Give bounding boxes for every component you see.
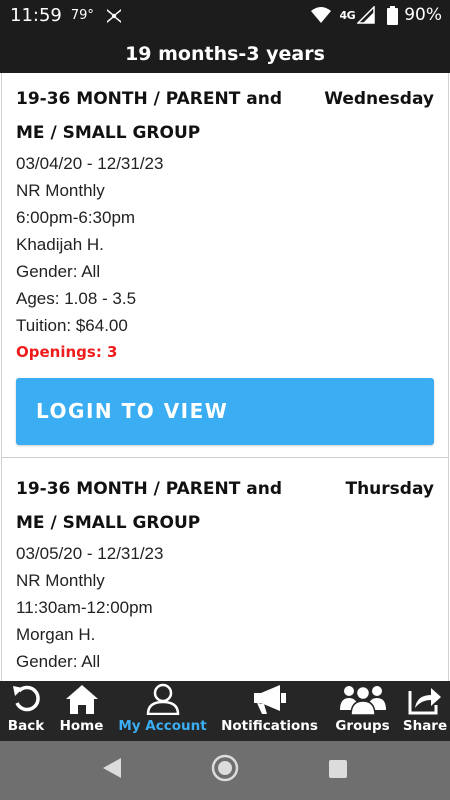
page-header: 19 months-3 years	[0, 33, 450, 73]
network-type: 4G	[339, 8, 356, 22]
class-billing: NR Monthly	[16, 571, 105, 590]
class-card[interactable]: 19-36 MONTH / PARENT and ME / SMALL GROU…	[1, 73, 449, 458]
nav-back[interactable]: Back	[0, 681, 52, 741]
home-icon	[65, 685, 98, 714]
back-icon	[13, 685, 40, 712]
status-time: 11:59	[10, 5, 62, 26]
nav-home[interactable]: Home	[52, 681, 111, 741]
status-temperature: 79°	[70, 8, 94, 23]
class-card[interactable]: 19-36 MONTH / PARENT and ME / SMALL GROU…	[1, 458, 449, 681]
nav-my-account[interactable]: My Account	[111, 681, 214, 741]
system-nav-bar	[0, 741, 450, 800]
nav-my-account-label: My Account	[118, 718, 207, 734]
class-billing: NR Monthly	[16, 181, 105, 200]
nav-groups[interactable]: Groups	[325, 681, 400, 741]
nav-notifications[interactable]: Notifications	[214, 681, 325, 741]
page-title: 19 months-3 years	[125, 43, 325, 65]
class-time: 11:30am-12:00pm	[16, 598, 153, 617]
class-ages: Ages: 1.08 - 3.5	[16, 289, 137, 308]
class-dates: 03/04/20 - 12/31/23	[16, 154, 164, 173]
nav-home-label: Home	[59, 718, 104, 734]
account-icon	[146, 683, 179, 715]
nav-notifications-label: Notifications	[221, 718, 318, 734]
megaphone-icon	[253, 685, 286, 714]
class-list[interactable]: 19-36 MONTH / PARENT and ME / SMALL GROU…	[0, 73, 450, 681]
class-time: 6:00pm-6:30pm	[16, 208, 136, 227]
bottom-nav: Back Home My Account Notifications Group…	[0, 681, 450, 741]
nav-groups-label: Groups	[335, 718, 390, 734]
signal-icon	[357, 6, 375, 24]
status-bar: 11:59 79° 4G 90%	[0, 0, 450, 33]
share-icon	[408, 688, 441, 715]
class-title: 19-36 MONTH / PARENT and ME / SMALL GROU…	[16, 479, 282, 533]
battery-icon	[387, 5, 399, 25]
wifi-icon	[310, 7, 331, 23]
class-day: Thursday	[345, 479, 434, 499]
class-openings: Openings: 3	[16, 343, 118, 361]
login-to-view-button[interactable]: LOGIN TO VIEW	[16, 378, 434, 445]
battery-percent: 90%	[404, 5, 442, 25]
system-home-icon[interactable]	[211, 754, 239, 782]
nav-share[interactable]: Share	[400, 681, 450, 741]
class-tuition: Tuition: $64.00	[16, 316, 128, 335]
class-gender: Gender: All	[16, 652, 101, 671]
class-day: Wednesday	[324, 89, 434, 109]
class-title: 19-36 MONTH / PARENT and ME / SMALL GROU…	[16, 89, 282, 143]
nav-share-label: Share	[402, 718, 448, 734]
class-dates: 03/05/20 - 12/31/23	[16, 544, 164, 563]
nav-back-label: Back	[7, 718, 45, 734]
status-right: 4G 90%	[310, 5, 442, 25]
class-instructor: Khadijah H.	[16, 235, 104, 254]
app-icon	[106, 8, 121, 23]
system-recents-icon[interactable]	[328, 759, 348, 779]
system-back-icon[interactable]	[101, 756, 123, 780]
class-instructor: Morgan H.	[16, 625, 96, 644]
class-gender: Gender: All	[16, 262, 101, 281]
groups-icon	[339, 685, 386, 716]
status-left: 11:59 79°	[10, 5, 124, 26]
